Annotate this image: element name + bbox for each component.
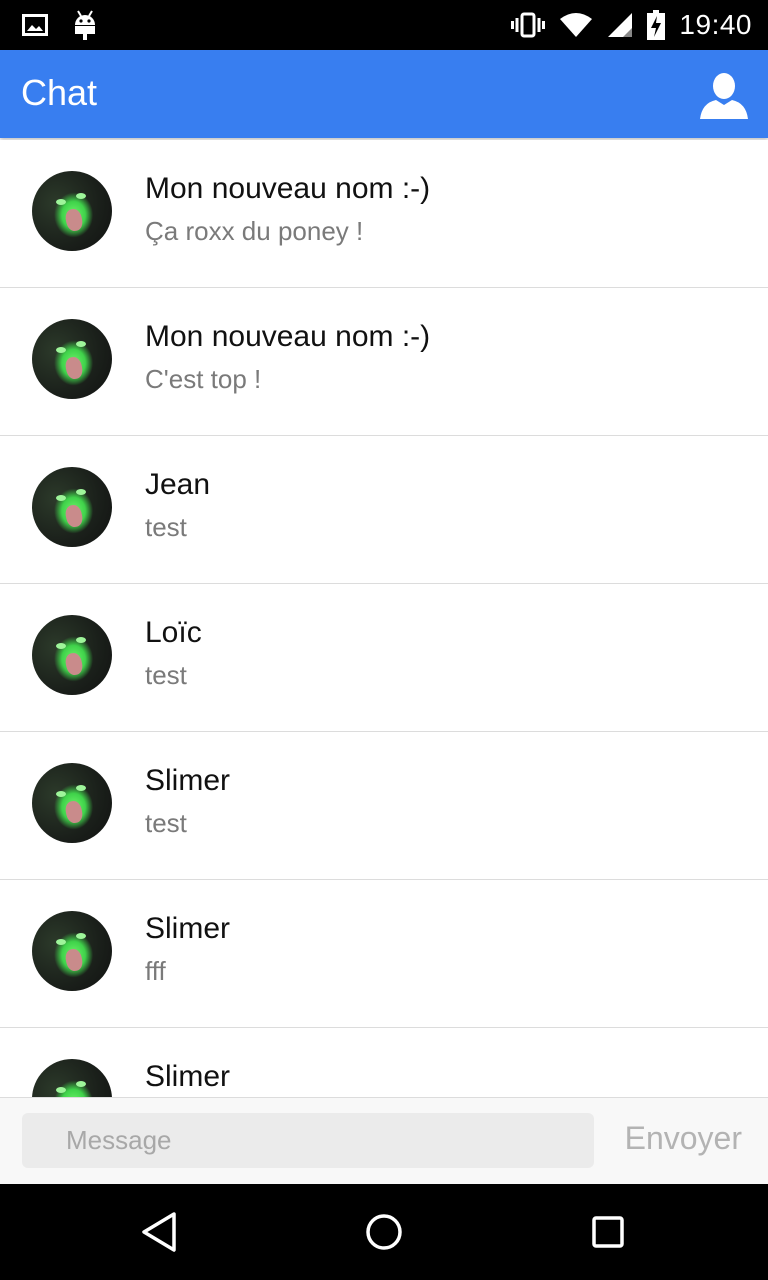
avatar-detail <box>63 651 85 677</box>
back-icon[interactable] <box>138 1210 182 1254</box>
avatar-detail <box>76 1081 86 1087</box>
avatar-detail <box>63 503 85 529</box>
message-sender: Mon nouveau nom :-) <box>145 172 431 205</box>
android-icon <box>75 10 95 40</box>
message-text: fff <box>145 956 166 986</box>
avatar-detail <box>56 791 66 797</box>
avatar-detail <box>56 939 66 945</box>
avatar-detail <box>56 495 66 501</box>
message-sender: Jean <box>145 468 211 501</box>
avatar <box>32 615 112 695</box>
avatar <box>32 319 112 399</box>
message-sender: Mon nouveau nom :-) <box>145 320 431 353</box>
composer-bar: Envoyer <box>0 1097 768 1185</box>
avatar-detail <box>76 637 86 643</box>
avatar <box>32 911 112 991</box>
message-text: test <box>145 660 187 690</box>
profile-button[interactable] <box>698 69 750 121</box>
avatar-detail <box>76 933 86 939</box>
signal-icon <box>608 13 633 37</box>
message-text: C'est top ! <box>145 364 262 394</box>
message-item[interactable]: Slimer <box>0 1028 768 1097</box>
message-sender: Slimer <box>145 1060 231 1093</box>
message-item[interactable]: Mon nouveau nom :-) Ça roxx du poney ! <box>0 140 768 288</box>
message-item[interactable]: Slimer fff <box>0 880 768 1028</box>
message-item[interactable]: Loïc test <box>0 584 768 732</box>
app-bar: Chat <box>0 50 768 138</box>
message-list[interactable]: Mon nouveau nom :-) Ça roxx du poney ! Mon… <box>0 140 768 1097</box>
app-title: Chat <box>21 72 98 113</box>
avatar-detail <box>76 785 86 791</box>
avatar-detail <box>63 799 85 825</box>
avatar-detail <box>56 347 66 353</box>
message-sender: Slimer <box>145 764 231 797</box>
avatar <box>32 467 112 547</box>
status-bar-system: 19:40 <box>511 0 752 50</box>
person-icon <box>700 73 748 119</box>
avatar-detail <box>76 341 86 347</box>
status-time: 19:40 <box>679 9 752 40</box>
avatar-detail <box>56 199 66 205</box>
message-input[interactable] <box>22 1113 594 1168</box>
avatar-detail <box>63 947 85 973</box>
avatar <box>32 171 112 251</box>
message-sender: Loïc <box>145 616 202 649</box>
wifi-icon <box>560 13 593 37</box>
vibrate-icon <box>511 12 546 38</box>
avatar <box>32 1059 112 1097</box>
home-icon[interactable] <box>362 1210 406 1254</box>
avatar-detail <box>63 207 85 233</box>
avatar-detail <box>56 643 66 649</box>
avatar-detail <box>63 355 85 381</box>
recents-icon[interactable] <box>586 1210 630 1254</box>
avatar-detail <box>76 489 86 495</box>
avatar-detail <box>56 1087 66 1093</box>
gallery-icon <box>22 14 48 36</box>
message-text: test <box>145 512 187 542</box>
send-button[interactable]: Envoyer <box>625 1120 742 1157</box>
message-sender: Slimer <box>145 912 231 945</box>
message-item[interactable]: Slimer test <box>0 732 768 880</box>
avatar <box>32 763 112 843</box>
status-bar: 19:40 <box>0 0 768 50</box>
message-text: Ça roxx du poney ! <box>145 216 364 246</box>
message-text: test <box>145 808 187 838</box>
status-bar-notifications <box>22 10 98 40</box>
battery-charging-icon <box>647 10 666 40</box>
navigation-bar <box>0 1184 768 1280</box>
avatar-detail <box>76 193 86 199</box>
message-item[interactable]: Jean test <box>0 436 768 584</box>
message-item[interactable]: Mon nouveau nom :-) C'est top ! <box>0 288 768 436</box>
